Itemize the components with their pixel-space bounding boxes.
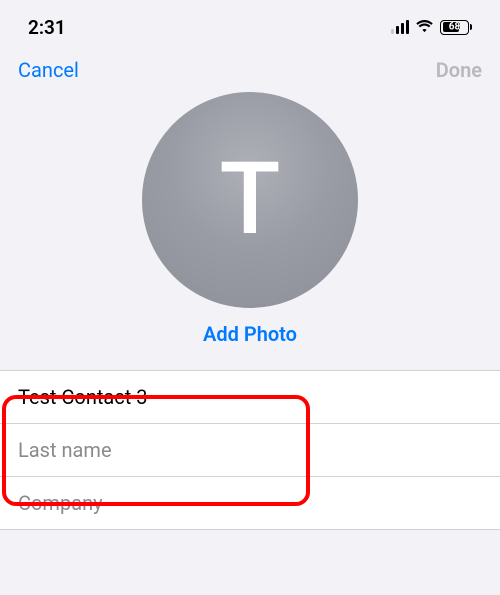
status-indicators: 68 — [391, 20, 473, 35]
add-photo-button[interactable]: Add Photo — [203, 322, 297, 346]
status-bar: 2:31 68 — [0, 0, 500, 48]
last-name-input[interactable] — [18, 438, 482, 462]
wifi-icon — [415, 20, 434, 34]
status-time: 2:31 — [28, 16, 66, 39]
cellular-icon — [391, 21, 410, 34]
avatar-initial: T — [220, 150, 281, 250]
battery-icon: 68 — [440, 20, 472, 35]
first-name-row — [0, 371, 500, 424]
nav-bar: Cancel Done — [0, 48, 500, 88]
contact-avatar[interactable]: T — [142, 92, 358, 308]
company-row — [0, 477, 500, 529]
company-input[interactable] — [18, 491, 482, 515]
last-name-row — [0, 424, 500, 477]
contact-form — [0, 370, 500, 530]
first-name-input[interactable] — [18, 385, 482, 409]
done-button[interactable]: Done — [436, 58, 482, 82]
battery-percent: 68 — [441, 21, 468, 32]
photo-section: T Add Photo — [0, 88, 500, 370]
cancel-button[interactable]: Cancel — [18, 58, 79, 82]
